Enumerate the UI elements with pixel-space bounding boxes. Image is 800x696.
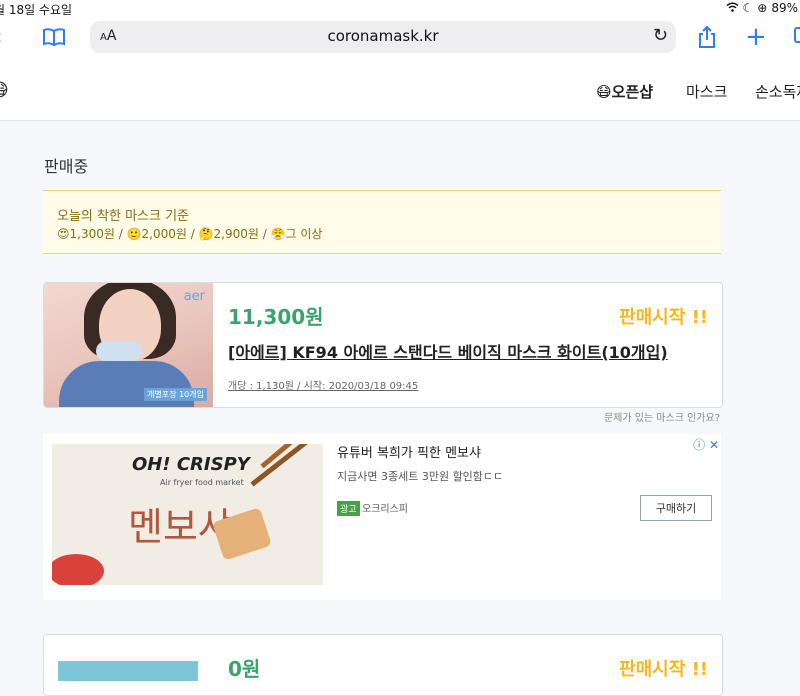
sale-status: 판매시작 !! xyxy=(619,307,708,328)
reload-icon[interactable]: ↻ xyxy=(653,25,668,46)
status-right: ☾ ⊕ 89% xyxy=(726,1,798,15)
product-image[interactable] xyxy=(58,661,198,681)
sale-status: 판매시작 !! xyxy=(619,659,708,680)
nav-item-mask[interactable]: 마스크 xyxy=(686,81,727,102)
mask-face-emoji: 😷 xyxy=(596,83,612,101)
package-tag: 개별포장 10개입 xyxy=(144,388,207,401)
address-bar[interactable]: AA coronamask.kr ↻ xyxy=(90,21,676,53)
site-nav: 😷 😷오픈샵 마스크 손소독제 xyxy=(0,62,800,121)
browser-toolbar: ‹ AA coronamask.kr ↻ + xyxy=(0,18,800,63)
site-logo-emoji[interactable]: 😷 xyxy=(0,80,9,101)
battery-level: 89% xyxy=(771,1,798,15)
url-text: coronamask.kr xyxy=(327,27,439,45)
nav-item-label: 오픈샵 xyxy=(611,83,654,101)
status-date: 월 18일 수요일 xyxy=(0,3,73,17)
product-image[interactable]: aer 개별포장 10개입 xyxy=(44,283,213,407)
ad-title[interactable]: 유튜버 복희가 픽한 멘보샤 xyxy=(337,442,481,461)
section-title: 판매중 xyxy=(44,157,89,176)
mask-shape xyxy=(96,341,142,361)
share-icon[interactable] xyxy=(697,22,717,52)
ad-info-close-icon[interactable]: ⓘ ✕ xyxy=(693,436,719,453)
product-meta: 개당 : 1,130원 / 시작: 2020/03/18 09:45 xyxy=(228,381,419,392)
price-standard-notice: 오늘의 착한 마스크 기준 😍1,300원 / 🙂2,000원 / 🤔2,900… xyxy=(43,190,721,254)
ad-image[interactable]: OH! CRISPY Air fryer food market 멘보샤 xyxy=(52,444,323,585)
ad-description: 지금사면 3종세트 3만원 할인함ㄷㄷ xyxy=(337,470,504,483)
new-tab-icon[interactable]: + xyxy=(745,22,767,52)
tabs-icon[interactable] xyxy=(790,22,800,52)
notice-tiers: 😍1,300원 / 🙂2,000원 / 🤔2,900원 / 😤그 이상 xyxy=(57,227,323,241)
ad-image-title: OH! CRISPY xyxy=(132,454,250,475)
product-name-link[interactable]: [아에르] KF94 아에르 스탠다드 베이직 마스크 화이트(10개입) xyxy=(228,339,668,363)
nav-item-sanitizer[interactable]: 손소독제 xyxy=(755,81,800,102)
back-chevron-icon[interactable]: ‹ xyxy=(0,22,3,52)
nav-item-open-shop[interactable]: 😷오픈샵 xyxy=(596,81,653,102)
ad-advertiser: 오크리스피 xyxy=(362,504,408,515)
rotation-lock-icon: ⊕ xyxy=(757,1,768,15)
product-card[interactable]: 0원 판매시작 !! xyxy=(43,634,723,696)
status-bar: 월 18일 수요일 ☾ ⊕ 89% xyxy=(0,0,800,18)
product-price: 0원 xyxy=(228,657,261,681)
product-card[interactable]: aer 개별포장 10개입 11,300원 판매시작 !! [아에르] KF94… xyxy=(43,282,723,408)
ad-image-subtitle: Air fryer food market xyxy=(160,478,244,487)
notice-title: 오늘의 착한 마스크 기준 xyxy=(57,209,189,224)
moon-icon: ☾ xyxy=(742,1,754,15)
sauce-bowl xyxy=(52,554,104,585)
report-link[interactable]: 문제가 있는 마스크 인가요? xyxy=(604,409,720,424)
product-price: 11,300원 xyxy=(228,305,324,329)
ad-banner[interactable]: OH! CRISPY Air fryer food market 멘보샤 유튜버… xyxy=(43,434,721,600)
ad-badge: 광고 xyxy=(337,501,360,516)
brand-logo: aer xyxy=(183,289,205,304)
wifi-icon xyxy=(726,1,739,15)
bookmarks-icon[interactable] xyxy=(42,22,66,52)
ad-buy-button[interactable]: 구매하기 xyxy=(640,495,712,521)
